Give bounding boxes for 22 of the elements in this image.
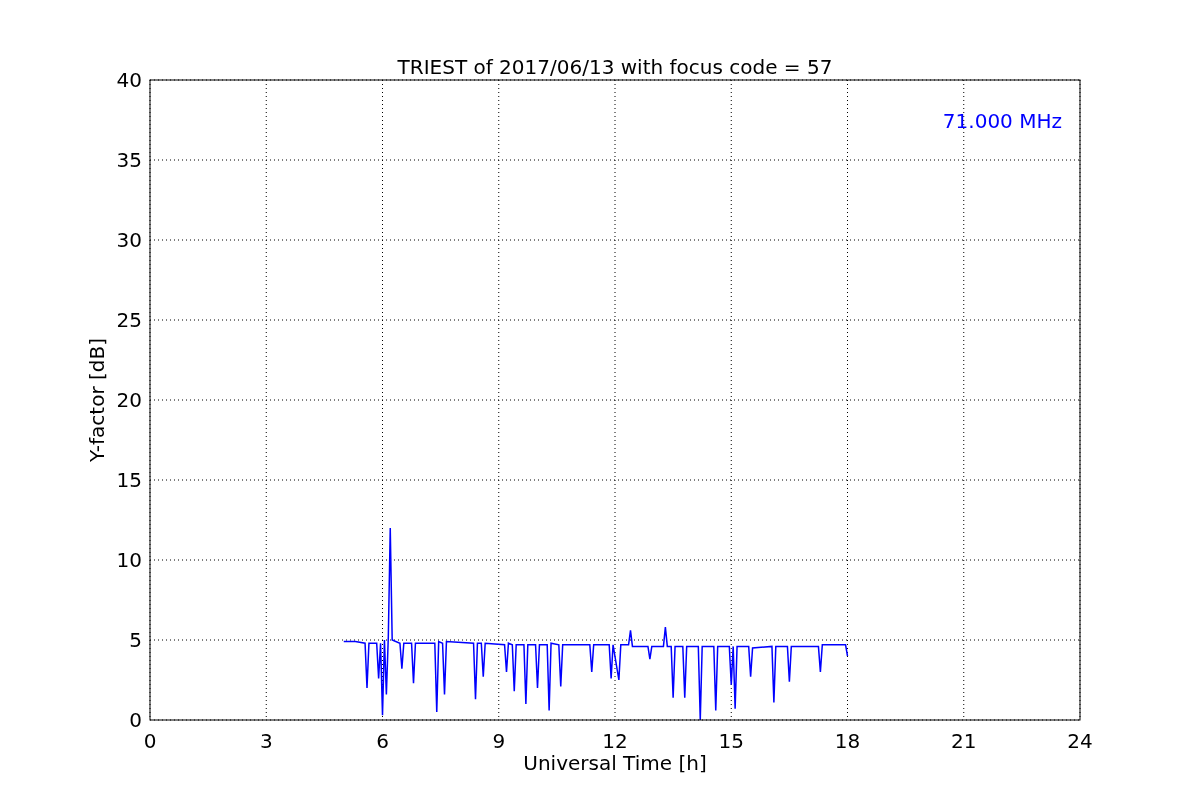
- y-tick-label: 0: [129, 708, 142, 732]
- y-tick-label: 20: [116, 388, 142, 412]
- x-tick-label: 6: [376, 729, 389, 753]
- y-tick-label: 25: [116, 308, 142, 332]
- x-tick-label: 0: [143, 729, 157, 753]
- x-axis-label: Universal Time [h]: [523, 751, 707, 775]
- x-tick-label: 18: [834, 729, 861, 753]
- series-label: 71.000 MHz: [942, 109, 1062, 133]
- x-tick-label: 12: [602, 729, 628, 753]
- y-tick-label: 5: [129, 628, 142, 652]
- y-tick-label: 40: [116, 68, 142, 92]
- y-tick-label: 30: [116, 228, 142, 252]
- x-tick-label: 9: [492, 729, 506, 753]
- y-tick-label: 35: [116, 148, 142, 172]
- x-tick-label: 15: [718, 729, 744, 753]
- x-tick-label: 3: [259, 729, 273, 753]
- y-tick-label: 10: [116, 548, 142, 572]
- y-axis-label: Y-factor [dB]: [85, 338, 109, 462]
- x-tick-label: 24: [1067, 729, 1093, 753]
- chart-title: TRIEST of 2017/06/13 with focus code = 57: [397, 55, 833, 79]
- x-tick-label: 21: [951, 729, 977, 753]
- y-tick-label: 15: [116, 468, 142, 492]
